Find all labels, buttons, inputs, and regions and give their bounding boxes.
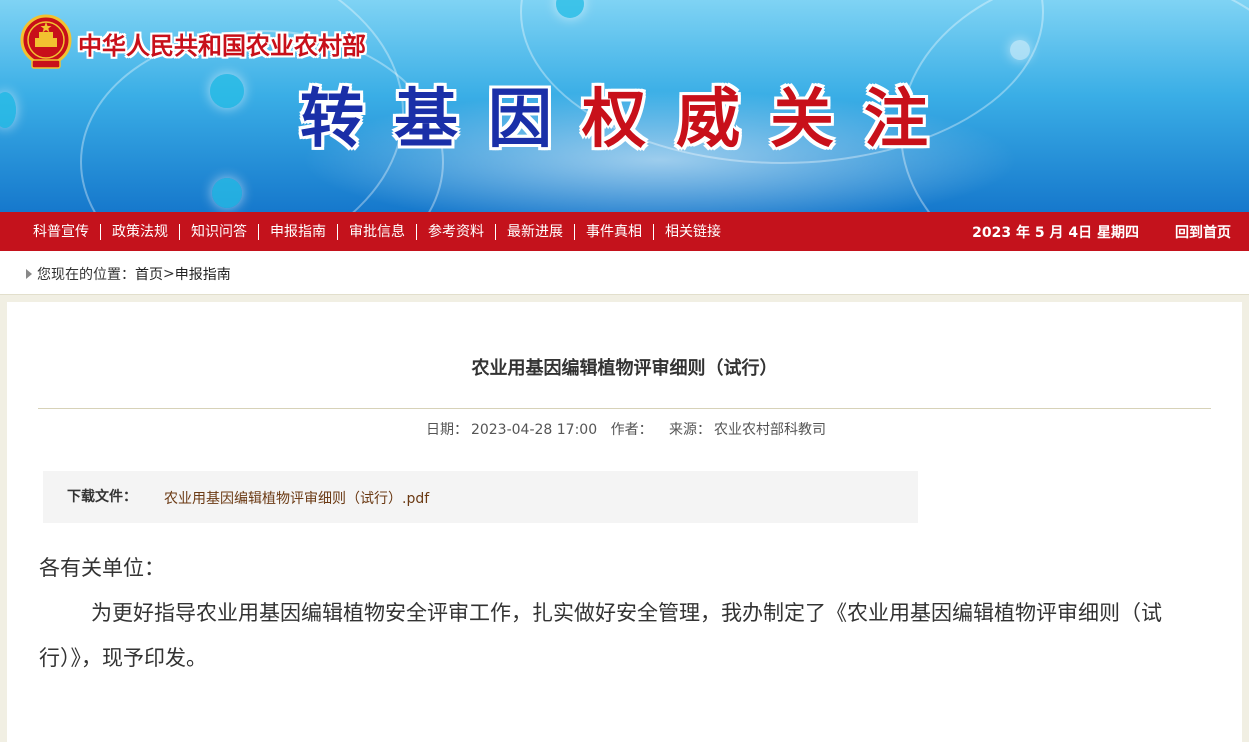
caret-right-icon (26, 269, 32, 279)
breadcrumb-current-link[interactable]: 申报指南 (175, 264, 231, 284)
body-paragraph: 为更好指导农业用基因编辑植物安全评审工作，扎实做好安全管理，我办制定了《农业用基… (39, 601, 1162, 670)
article-panel: 农业用基因编辑植物评审细则（试行） 日期： 2023-04-28 17:00 作者… (7, 302, 1242, 742)
download-box: 下载文件： 农业用基因编辑植物评审细则（试行）.pdf (43, 471, 918, 523)
nav-item-references[interactable]: 参考资料 (416, 223, 495, 240)
dna-node (212, 178, 242, 208)
article-meta: 日期： 2023-04-28 17:00 作者： 来源： 农业农村部科教司 (7, 419, 1242, 439)
author-label: 作者： (610, 422, 653, 438)
article-body: 各有关单位： 为更好指导农业用基因编辑植物安全评审工作，扎实做好安全管理，我办制… (39, 546, 1211, 681)
nav-item-popular-science[interactable]: 科普宣传 (22, 224, 100, 240)
article-title: 农业用基因编辑植物评审细则（试行） (471, 358, 778, 379)
main-nav: 科普宣传 政策法规 知识问答 申报指南 审批信息 参考资料 最新进展 事件真相 … (0, 212, 1249, 251)
breadcrumb: 您现在的位置： 首页 > 申报指南 (26, 264, 231, 284)
nav-item-event-truth[interactable]: 事件真相 (574, 223, 653, 240)
slogan-char: 关 (770, 83, 864, 157)
banner-slogan: 转基因权威关注 (300, 80, 958, 160)
nav-right: 2023 年 5 月 4日 星期四 回到首页 (972, 212, 1231, 251)
slogan-char: 权 (582, 83, 676, 157)
slogan-char: 转 (300, 83, 394, 157)
slogan-char: 因 (488, 83, 582, 157)
slogan-char: 注 (864, 83, 958, 157)
slogan-char: 威 (676, 83, 770, 157)
source-label: 来源： (669, 422, 712, 438)
nav-item-latest-progress[interactable]: 最新进展 (495, 223, 574, 240)
title-divider (38, 408, 1211, 409)
breadcrumb-separator: > (163, 266, 175, 282)
header-banner: 中华人民共和国农业农村部 转基因权威关注 (0, 0, 1249, 212)
ministry-name: 中华人民共和国农业农村部 (78, 31, 366, 60)
slogan-char: 基 (394, 83, 488, 157)
current-date: 2023 年 5 月 4日 星期四 (972, 224, 1139, 241)
source-value: 农业农村部科教司 (714, 422, 827, 438)
publish-date: 2023-04-28 17:00 (470, 422, 598, 438)
nav-item-related-links[interactable]: 相关链接 (653, 223, 732, 240)
dna-node (1010, 40, 1030, 60)
home-link[interactable]: 回到首页 (1175, 222, 1231, 242)
breadcrumb-home-link[interactable]: 首页 (135, 264, 163, 284)
national-emblem-icon (20, 14, 72, 69)
dna-node (210, 74, 244, 108)
nav-item-approval-info[interactable]: 审批信息 (337, 223, 416, 240)
salutation: 各有关单位： (39, 556, 165, 580)
nav-item-policy[interactable]: 政策法规 (100, 223, 179, 240)
download-label: 下载文件： (67, 489, 137, 505)
nav-menu: 科普宣传 政策法规 知识问答 申报指南 审批信息 参考资料 最新进展 事件真相 … (22, 212, 732, 251)
breadcrumb-prefix: 您现在的位置： (37, 267, 135, 283)
nav-item-application-guide[interactable]: 申报指南 (258, 223, 337, 240)
date-label: 日期： (425, 422, 468, 438)
nav-item-qa[interactable]: 知识问答 (179, 223, 258, 240)
breadcrumb-bar: 您现在的位置： 首页 > 申报指南 (0, 251, 1249, 295)
download-file-link[interactable]: 农业用基因编辑植物评审细则（试行）.pdf (164, 488, 429, 508)
